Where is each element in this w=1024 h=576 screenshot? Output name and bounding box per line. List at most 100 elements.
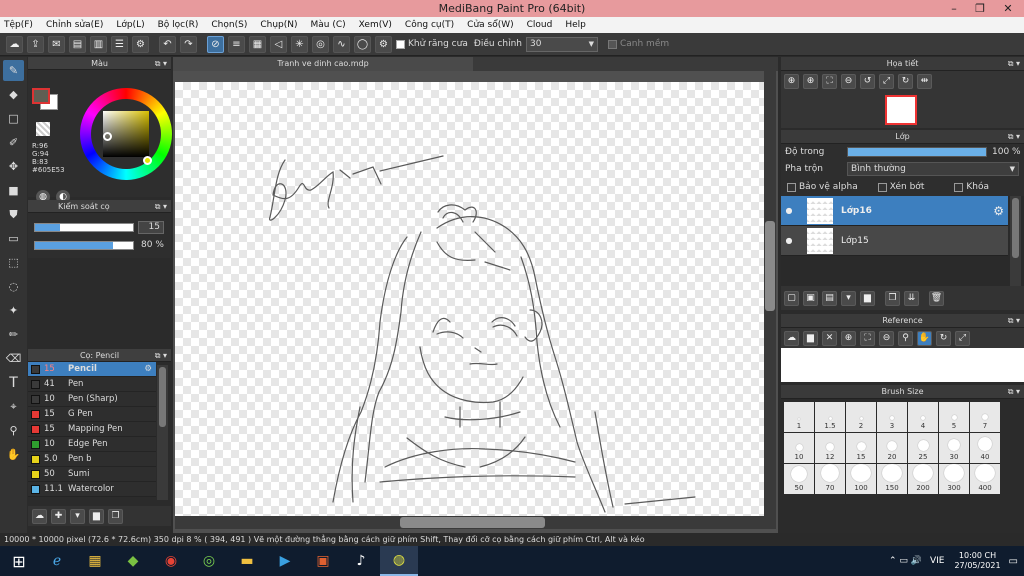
medibang-taskbar-icon[interactable]: ◍ — [380, 546, 418, 576]
cloud-icon[interactable]: ☁ — [6, 35, 23, 53]
close-icon[interactable]: ✕ — [822, 330, 837, 346]
correction-tool-icon[interactable]: ✐ — [3, 132, 24, 153]
media-player-icon[interactable]: ▶ — [266, 546, 304, 576]
panel-menu-icon[interactable]: ⧉ ▾ — [155, 57, 167, 70]
gradient-tool-icon[interactable]: ▭ — [3, 228, 24, 249]
brush-size-cell[interactable]: 300 — [939, 464, 969, 494]
brush-item[interactable]: 41 Pen — [28, 377, 156, 392]
horizontal-scroll-thumb[interactable] — [400, 517, 545, 528]
menu-tools[interactable]: Công cụ(T) — [405, 20, 454, 30]
merge-layer-icon[interactable]: ⇊ — [904, 290, 919, 306]
layer-row-lop15[interactable]: ● Lớp15 — [781, 226, 1008, 256]
canvas-horizontal-scrollbar[interactable] — [175, 516, 776, 529]
eye-icon[interactable]: ● — [781, 236, 797, 245]
menu-color[interactable]: Màu (C) — [311, 20, 346, 30]
brush-size-cell[interactable]: 150 — [877, 464, 907, 494]
snap-ellipse-icon[interactable]: ◯ — [354, 35, 371, 53]
menu-view[interactable]: Xem(V) — [359, 20, 392, 30]
panel-menu-icon[interactable]: ⧉ ▾ — [1008, 57, 1020, 71]
menu-edit[interactable]: Chỉnh sửa(E) — [46, 20, 103, 30]
snap-settings-icon[interactable]: ⚙ — [375, 35, 392, 53]
fit-icon[interactable]: ⛶ — [860, 330, 875, 346]
brush-item[interactable]: 5.0 Pen b — [28, 452, 156, 467]
snap-parallel-icon[interactable]: ≡ — [228, 35, 245, 53]
chrome-icon[interactable]: ◉ — [152, 546, 190, 576]
cloud-icon[interactable]: ☁ — [784, 330, 799, 346]
language-indicator[interactable]: VIE — [930, 556, 945, 566]
panel-menu-icon[interactable]: ⧉ ▾ — [1008, 130, 1020, 144]
fit-icon[interactable]: ⛶ — [822, 73, 837, 89]
eraser-tool-icon[interactable]: ◆ — [3, 84, 24, 105]
brush-size-cell[interactable]: 1.5 — [815, 402, 845, 432]
brush-size-cell[interactable]: 1 — [784, 402, 814, 432]
snap-circle-icon[interactable]: ◎ — [312, 35, 329, 53]
layer-settings-icon[interactable]: ⚙ — [993, 204, 1004, 218]
brush-item[interactable]: 50 Sumi — [28, 467, 156, 482]
brush-list-scrollbar[interactable] — [157, 365, 168, 500]
menu-cloud[interactable]: Cloud — [527, 20, 553, 30]
menu-snap[interactable]: Chụp(N) — [260, 20, 297, 30]
folder-icon[interactable]: ▆ — [89, 508, 104, 524]
folder-icon[interactable]: ▆ — [860, 290, 875, 306]
fill-rect-tool-icon[interactable]: ■ — [3, 180, 24, 201]
opacity-slider[interactable] — [34, 241, 134, 250]
document-icon[interactable]: ▥ — [90, 35, 107, 53]
powerpoint-icon[interactable]: ▣ — [304, 546, 342, 576]
new-8bit-layer-icon[interactable]: ▤ — [822, 290, 837, 306]
dot-tool-icon[interactable]: □ — [3, 108, 24, 129]
layer-opacity-slider[interactable] — [847, 147, 987, 157]
brush-size-cell[interactable]: 70 — [815, 464, 845, 494]
restore-icon[interactable]: ❐ — [966, 0, 994, 17]
brush-size-cell[interactable]: 5 — [939, 402, 969, 432]
brush-size-cell[interactable]: 10 — [784, 433, 814, 463]
eye-icon[interactable]: ● — [781, 206, 797, 215]
duplicate-icon[interactable]: ❐ — [108, 508, 123, 524]
internet-explorer-icon[interactable]: ℯ — [38, 546, 76, 576]
menu-filter[interactable]: Bộ lọc(R) — [158, 20, 199, 30]
smooth-checkbox[interactable] — [607, 39, 617, 49]
select-eraser-icon[interactable]: ⌫ — [3, 348, 24, 369]
fullscreen-icon[interactable]: ⤢ — [955, 330, 970, 346]
vertical-scroll-thumb[interactable] — [765, 221, 775, 311]
size-slider[interactable] — [34, 223, 134, 232]
brush-size-cell[interactable]: 50 — [784, 464, 814, 494]
lock-checkbox[interactable] — [954, 182, 964, 192]
reference-view[interactable] — [781, 348, 1024, 382]
eyedropper-icon[interactable]: ⚲ — [898, 330, 913, 346]
new-layer-icon[interactable]: ▢ — [784, 290, 799, 306]
hand-tool-icon[interactable]: ✋ — [3, 444, 24, 465]
brush-item[interactable]: 10 Pen (Sharp) — [28, 392, 156, 407]
add-layer-menu-icon[interactable]: ▾ — [841, 290, 856, 306]
rotate-right-icon[interactable]: ↻ — [898, 73, 913, 89]
eyedropper-icon[interactable]: ⚲ — [3, 420, 24, 441]
brush-size-cell[interactable]: 3 — [877, 402, 907, 432]
brush-item[interactable]: 15 G Pen — [28, 407, 156, 422]
brush-item[interactable]: 11.1 Watercolor — [28, 482, 156, 497]
coccoc-icon[interactable]: ◎ — [190, 546, 228, 576]
panel-menu-icon[interactable]: ⧉ ▾ — [1008, 385, 1020, 399]
zoom-in-icon[interactable]: ⊕ — [841, 330, 856, 346]
foreground-color-swatch[interactable] — [32, 88, 50, 104]
size-value[interactable]: 15 — [138, 221, 164, 234]
document-tab[interactable]: Tranh ve dinh cao.mdp — [173, 57, 473, 71]
brush-item[interactable]: 15 Pencil ⚙ — [28, 362, 156, 377]
hue-cursor[interactable] — [143, 156, 152, 165]
drawing-canvas[interactable] — [175, 82, 776, 516]
delete-layer-icon[interactable]: 🗑 — [929, 290, 944, 306]
minimize-icon[interactable]: – — [940, 0, 968, 17]
brush-size-cell[interactable]: 400 — [970, 464, 1000, 494]
brush-item[interactable]: 10 Edge Pen — [28, 437, 156, 452]
brush-size-cell[interactable]: 2 — [846, 402, 876, 432]
brush-size-cell[interactable]: 4 — [908, 402, 938, 432]
snap-vanish-icon[interactable]: ◁ — [270, 35, 287, 53]
zoom-in-icon[interactable]: ⊕ — [784, 73, 799, 89]
rotate-left-icon[interactable]: ↺ — [860, 73, 875, 89]
transparent-swatch[interactable] — [36, 122, 50, 136]
layer-list-scrollbar[interactable] — [1010, 196, 1021, 286]
snap-grid-icon[interactable]: ▦ — [249, 35, 266, 53]
open-folder-icon[interactable]: ▆ — [803, 330, 818, 346]
navigator-viewport[interactable] — [885, 95, 917, 125]
hand-icon[interactable]: ✋ — [917, 330, 932, 346]
tiktok-icon[interactable]: ♪ — [342, 546, 380, 576]
close-icon[interactable]: ✕ — [994, 0, 1022, 17]
